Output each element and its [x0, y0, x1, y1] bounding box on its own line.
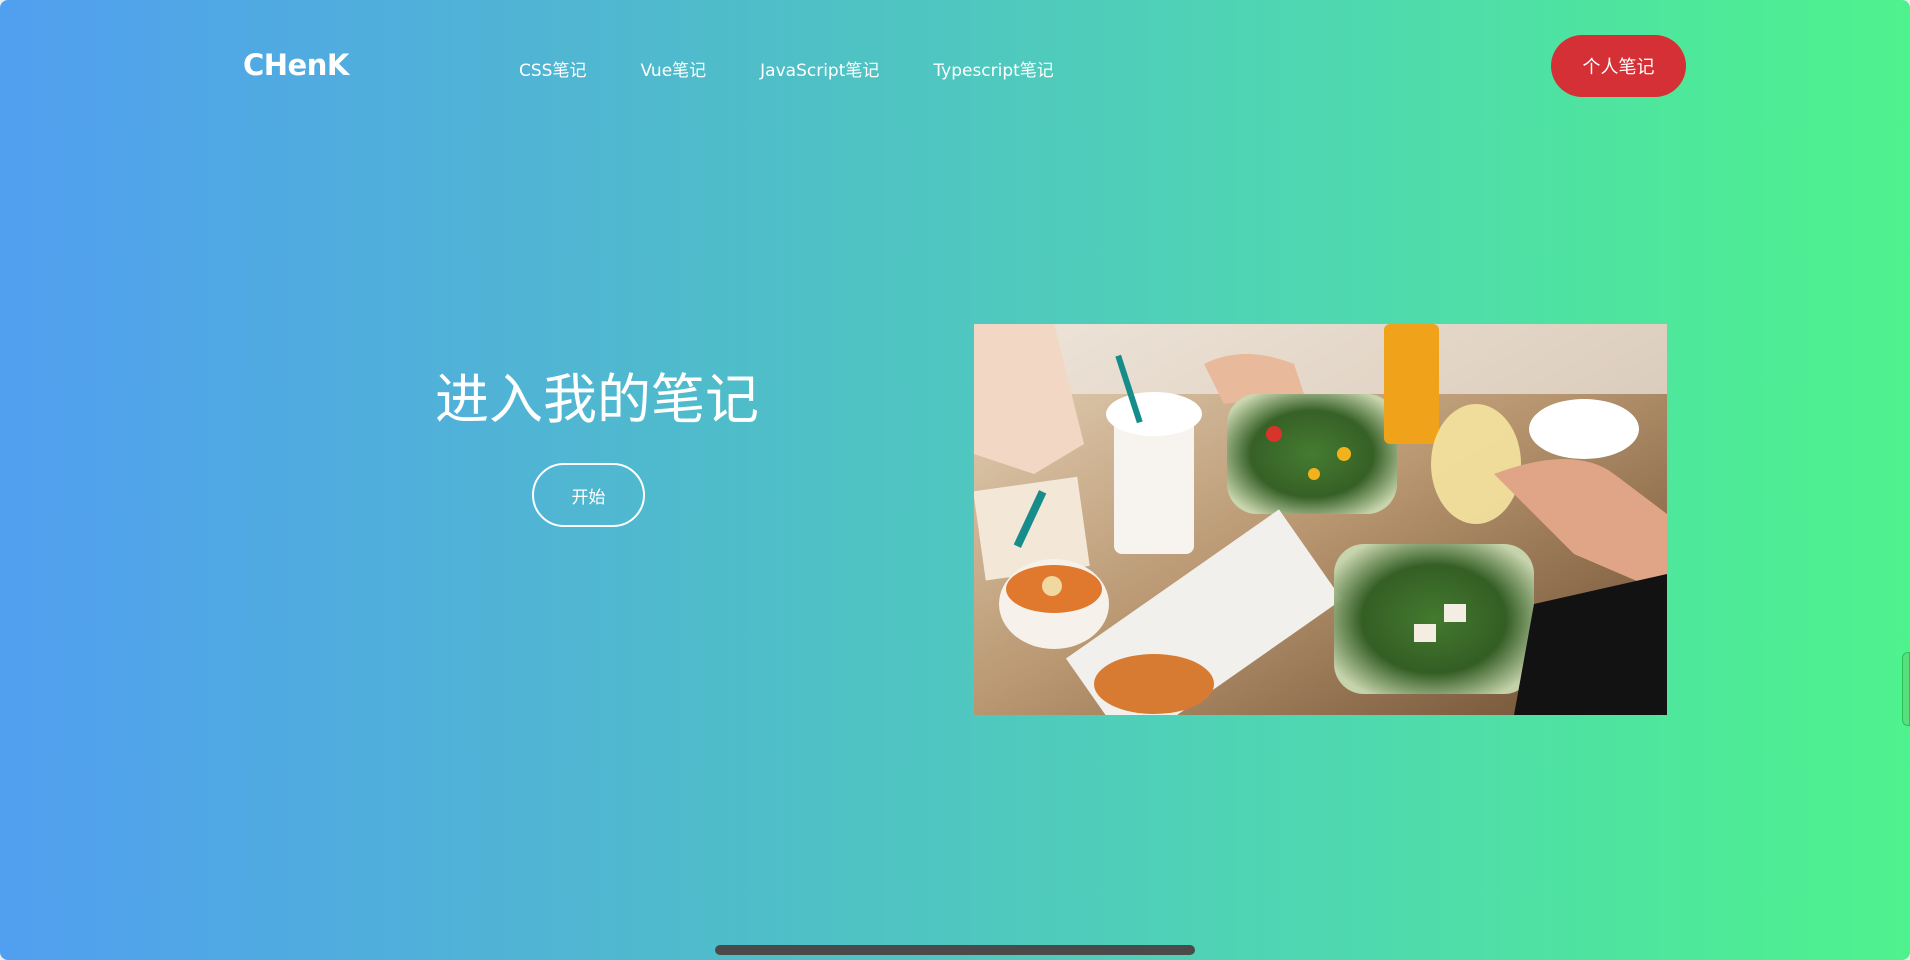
- home-indicator[interactable]: [715, 945, 1195, 955]
- nav-link-vue[interactable]: Vue笔记: [640, 56, 706, 81]
- nav-link-javascript[interactable]: JavaScript笔记: [760, 56, 879, 81]
- nav-links: CSS笔记 Vue笔记 JavaScript笔记 Typescript笔记: [519, 56, 1054, 81]
- start-button[interactable]: 开始: [532, 463, 645, 527]
- nav-link-typescript[interactable]: Typescript笔记: [933, 56, 1053, 81]
- top-nav: CHenK CSS笔记 Vue笔记 JavaScript笔记 Typescrip…: [0, 0, 1910, 130]
- food-photo-icon: [974, 324, 1667, 715]
- hero-food-image: [974, 324, 1667, 715]
- nav-link-css[interactable]: CSS笔记: [519, 56, 586, 81]
- hero-title: 进入我的笔记: [435, 368, 759, 431]
- personal-notes-button[interactable]: 个人笔记: [1551, 35, 1686, 97]
- site-logo[interactable]: CHenK: [243, 48, 349, 82]
- browser-window: CHenK CSS笔记 Vue笔记 JavaScript笔记 Typescrip…: [0, 0, 1910, 960]
- side-drawer-tab[interactable]: [1902, 652, 1910, 726]
